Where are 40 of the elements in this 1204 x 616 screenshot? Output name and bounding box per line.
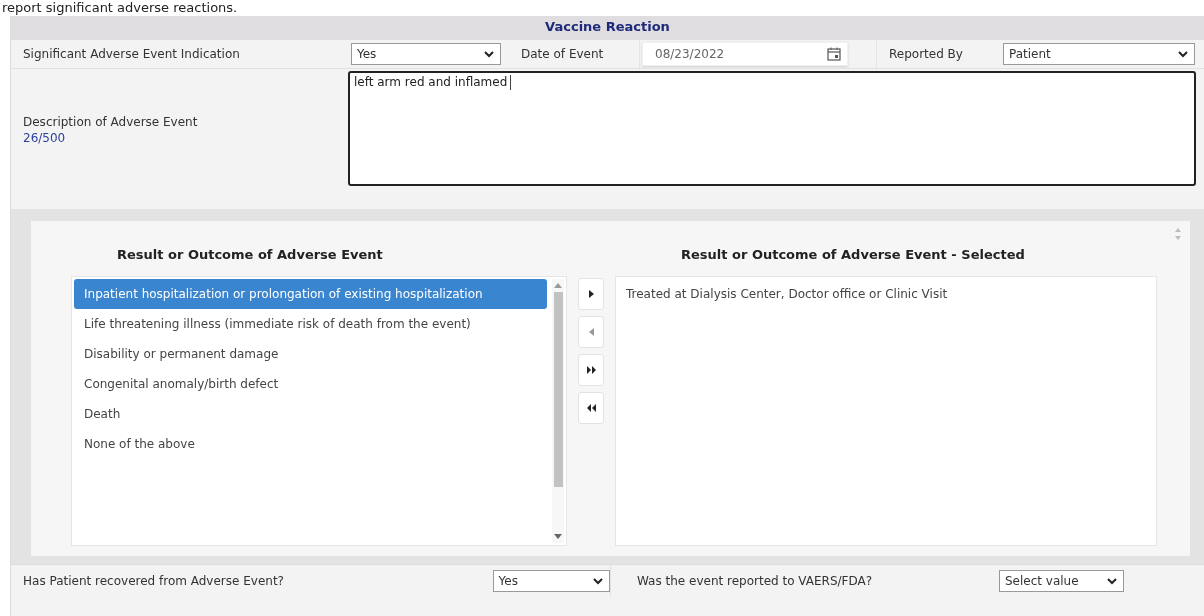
field-label: Reported By (889, 47, 963, 61)
move-right-button[interactable] (578, 278, 604, 310)
list-option[interactable]: Inpatient hospitalization or prolongation of existing hospitalization (74, 279, 547, 309)
dropdown[interactable]: Select value (999, 570, 1124, 592)
scrollbar[interactable] (552, 279, 564, 543)
right-triangle-icon (586, 289, 596, 299)
chevron-icon (484, 50, 494, 58)
date-field[interactable]: 08/23/2022 (642, 42, 848, 66)
chevron-icon (1178, 50, 1188, 58)
dropdown[interactable]: Yes (492, 570, 610, 592)
list-option[interactable]: Death (74, 399, 547, 429)
double-left-icon (586, 403, 596, 413)
list-heading: Result or Outcome of Adverse Event - Selected (681, 247, 1025, 264)
dropdown[interactable]: Yes (351, 43, 501, 65)
list-option[interactable]: Congenital anomaly/birth defect (74, 369, 547, 399)
field-label: Significant Adverse Event Indication (23, 47, 240, 61)
list-option[interactable]: None of the above (74, 429, 547, 459)
list-option[interactable]: Life threatening illness (immediate risk of death from the event) (74, 309, 547, 339)
list-option[interactable]: Disability or permanent damage (74, 339, 547, 369)
field-label: Has Patient recovered from Adverse Event? (23, 574, 285, 588)
list-heading: Result or Outcome of Adverse Event (117, 247, 384, 264)
list-option[interactable]: Treated at Dialysis Center, Doctor office or Clinic Visit (616, 279, 1156, 309)
move-all-left-button[interactable] (578, 392, 604, 424)
double-right-icon (586, 365, 596, 375)
scroll-up-icon (554, 283, 562, 288)
scroll-arrows-icon (1174, 227, 1182, 241)
dropdown[interactable]: Patient (1003, 43, 1195, 65)
field-label: Was the event reported to VAERS/FDA? (637, 574, 874, 588)
field-label: Description of Adverse Event (23, 115, 199, 129)
section-title: Vaccine Reaction (11, 16, 1204, 40)
description-field[interactable]: left arm red and inflamed (348, 71, 1196, 186)
move-all-right-button[interactable] (578, 354, 604, 386)
chevron-icon (593, 577, 603, 585)
calendar-icon (827, 47, 841, 61)
scroll-down-icon (554, 534, 562, 539)
chevron-icon (1107, 577, 1117, 585)
intro-text: report significant adverse reactions. (1, 0, 239, 16)
character-count: 26/500 (23, 131, 67, 145)
field-label: Date of Event (521, 47, 604, 61)
scroll-thumb[interactable] (553, 292, 563, 487)
